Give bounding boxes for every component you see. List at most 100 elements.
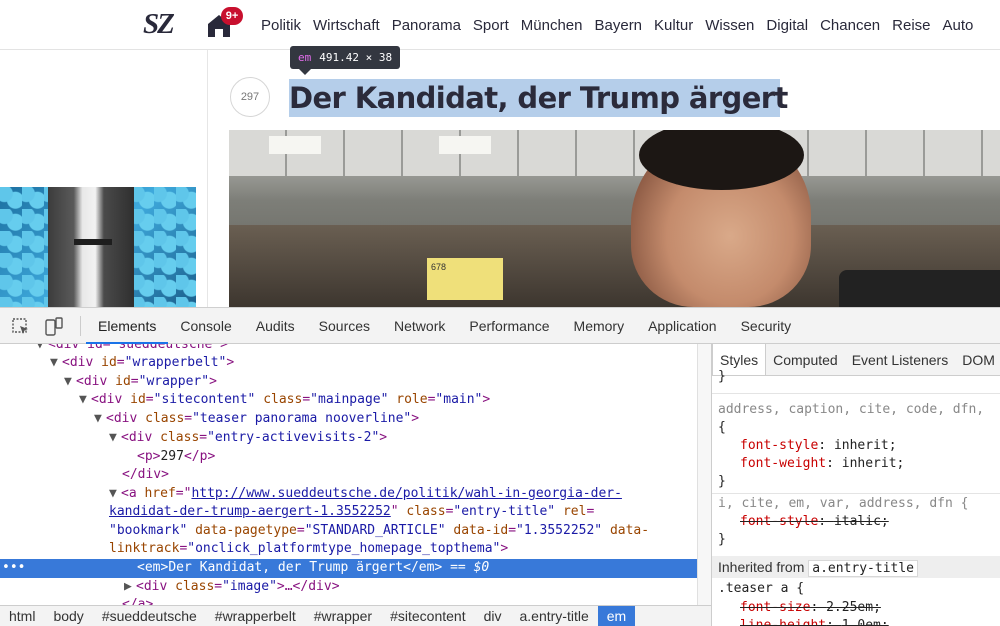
dom-tag: </a> <box>122 597 154 605</box>
tab-audits[interactable]: Audits <box>244 308 307 344</box>
inherited-source-link[interactable]: a.entry-title <box>808 560 919 577</box>
dom-href-link[interactable]: kandidat-der-trump-aergert-1.3552252 <box>109 504 391 519</box>
dom-tag-end: > <box>226 355 235 370</box>
nav-auto[interactable]: Auto <box>943 17 974 34</box>
tab-event-listeners[interactable]: Event Listeners <box>845 344 956 375</box>
dom-attr-name: role <box>396 392 428 407</box>
collapse-triangle-icon[interactable]: ▼ <box>64 373 76 392</box>
dom-scrollbar[interactable] <box>697 344 711 605</box>
dom-attr-name: href <box>144 486 176 501</box>
tab-performance[interactable]: Performance <box>457 308 561 344</box>
css-selector[interactable]: .teaser a { <box>718 580 804 599</box>
dom-line[interactable]: <p>297</p> <box>0 448 697 467</box>
dom-tag: <div <box>91 392 131 407</box>
ad-person-figure <box>48 187 134 307</box>
collapse-triangle-icon[interactable]: ▼ <box>109 485 121 504</box>
dom-line[interactable]: </a> <box>0 596 697 605</box>
article-headline[interactable]: Der Kandidat, der Trump ärgert <box>289 79 788 117</box>
dom-tag: <div <box>62 355 102 370</box>
dom-attr-value: "wrapperbelt" <box>124 355 227 370</box>
collapse-triangle-icon[interactable]: ▼ <box>79 391 91 410</box>
breadcrumb-sitecontent[interactable]: #sitecontent <box>381 606 475 626</box>
dom-tag: >…</div> <box>276 579 340 594</box>
sz-logo[interactable]: SZ <box>143 8 175 41</box>
dom-attr-value: "bookmark" <box>109 523 188 538</box>
tab-network[interactable]: Network <box>382 308 457 344</box>
dom-line-selected[interactable]: ••• <em>Der Kandidat, der Trump ärgert</e… <box>0 559 697 578</box>
dom-line[interactable]: ▼ <div id="wrapper"> <box>0 373 697 392</box>
dom-tag: <em> <box>137 560 169 575</box>
nav-wirtschaft[interactable]: Wirtschaft <box>313 17 380 34</box>
dom-tag: <div id="sueddeutsche"> <box>48 344 229 352</box>
article-photo[interactable]: 678 <box>229 130 1000 307</box>
dom-line[interactable]: ▼ <a href="http://www.sueddeutsche.de/pol… <box>0 485 697 504</box>
breadcrumb-body[interactable]: body <box>44 606 92 626</box>
breadcrumb-div[interactable]: div <box>475 606 511 626</box>
breadcrumb-em[interactable]: em <box>597 606 636 626</box>
dom-line[interactable]: linktrack="onclick_platformtype_homepage… <box>0 540 697 559</box>
photo-light <box>269 136 321 154</box>
dom-line[interactable]: ▶ <div class="image">…</div> <box>0 578 697 597</box>
dom-line[interactable]: ▼ <div class="entry-activevisits-2"> <box>0 429 697 448</box>
nav-panorama[interactable]: Panorama <box>392 17 461 34</box>
tab-security[interactable]: Security <box>729 308 804 344</box>
dom-line[interactable]: "bookmark" data-pagetype="STANDARD_ARTIC… <box>0 522 697 541</box>
collapse-triangle-icon[interactable]: ▼ <box>50 354 62 373</box>
tab-memory[interactable]: Memory <box>562 308 637 344</box>
dom-attr-name: linktrack <box>109 541 180 556</box>
css-declaration-overridden[interactable]: font-size: 2.25em; <box>740 599 881 618</box>
active-visits-counter: 297 <box>230 77 270 117</box>
breadcrumb-wrapperbelt[interactable]: #wrapperbelt <box>206 606 305 626</box>
tooltip-tag: em <box>298 51 312 64</box>
nav-wissen[interactable]: Wissen <box>705 17 754 34</box>
nav-politik[interactable]: Politik <box>261 17 301 34</box>
tooltip-size: 491.42 × 38 <box>319 51 393 64</box>
dom-line[interactable]: kandidat-der-trump-aergert-1.3552252" cl… <box>0 503 697 522</box>
css-declaration-overridden[interactable]: font-style: italic; <box>740 513 889 532</box>
css-brace: } <box>718 369 726 384</box>
dom-tag-end: > <box>411 411 420 426</box>
dom-attr-value: "onclick_platformtype_homepage_topthema" <box>187 541 501 556</box>
css-selector[interactable]: i, cite, em, var, address, dfn { <box>718 495 968 514</box>
advertisement-image[interactable] <box>0 187 196 307</box>
nav-sport[interactable]: Sport <box>473 17 509 34</box>
css-brace: } <box>718 532 726 547</box>
nav-digital[interactable]: Digital <box>766 17 808 34</box>
console-reference: == $0 <box>450 560 490 575</box>
site-header: SZ 9+ Politik Wirtschaft Panorama Sport … <box>0 0 1000 50</box>
css-declaration[interactable]: font-weight: inherit; <box>740 455 904 474</box>
tab-application[interactable]: Application <box>636 308 729 344</box>
expand-triangle-icon[interactable]: ▶ <box>124 578 136 597</box>
breadcrumb-sueddeutsche[interactable]: #sueddeutsche <box>93 606 206 626</box>
breadcrumb-entry-title[interactable]: a.entry-title <box>511 606 598 626</box>
device-toolbar-icon[interactable] <box>44 317 64 337</box>
tab-elements[interactable]: Elements <box>86 308 169 344</box>
tab-console[interactable]: Console <box>168 308 243 344</box>
dom-line[interactable]: ▼ <div id="wrapperbelt"> <box>0 354 697 373</box>
dom-tag: <p> <box>137 449 161 464</box>
tab-computed[interactable]: Computed <box>766 344 845 375</box>
inherited-label: Inherited from <box>718 559 805 575</box>
nav-muenchen[interactable]: München <box>521 17 583 34</box>
dom-line[interactable]: ▼ <div id="sitecontent" class="mainpage" … <box>0 391 697 410</box>
dom-line[interactable]: </div> <box>0 466 697 485</box>
nav-reise[interactable]: Reise <box>892 17 930 34</box>
inspect-element-icon[interactable] <box>12 318 30 336</box>
dom-line[interactable]: ▼ <div class="teaser panorama nooverline"… <box>0 410 697 429</box>
dom-tag: </div> <box>122 467 169 482</box>
css-declaration[interactable]: font-style: inherit; <box>740 437 897 456</box>
dom-attr-value: "entry-activevisits-2" <box>207 430 380 445</box>
dom-href-link[interactable]: http://www.sueddeutsche.de/politik/wahl-… <box>191 486 621 501</box>
more-options-icon[interactable]: ••• <box>2 559 25 578</box>
collapse-triangle-icon[interactable]: ▼ <box>109 429 121 448</box>
collapse-triangle-icon[interactable]: ▼ <box>94 410 106 429</box>
breadcrumb-wrapper[interactable]: #wrapper <box>305 606 381 626</box>
tab-dom-breakpoints[interactable]: DOM <box>955 344 1000 375</box>
css-selector[interactable]: address, caption, cite, code, dfn, <box>718 401 984 420</box>
tab-sources[interactable]: Sources <box>307 308 382 344</box>
nav-bayern[interactable]: Bayern <box>595 17 643 34</box>
nav-kultur[interactable]: Kultur <box>654 17 693 34</box>
nav-chancen[interactable]: Chancen <box>820 17 880 34</box>
breadcrumb-html[interactable]: html <box>0 606 44 626</box>
element-size-tooltip: em 491.42 × 38 <box>290 46 401 69</box>
